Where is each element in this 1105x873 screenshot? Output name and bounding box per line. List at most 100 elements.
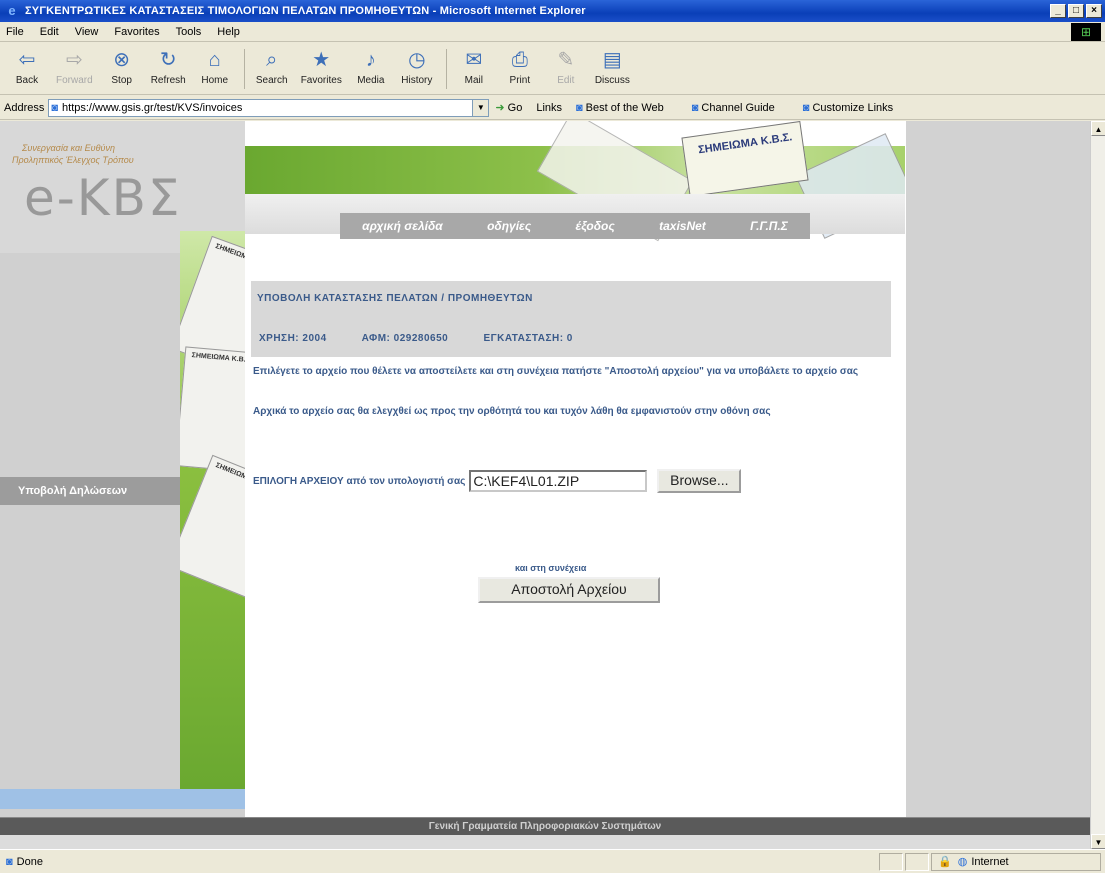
page-done-icon: ◙ — [6, 855, 13, 868]
menu-help[interactable]: Help — [217, 26, 240, 38]
stop-button[interactable]: ⊗ Stop — [105, 47, 139, 86]
links-label: Links — [536, 101, 563, 114]
logo-tagline-2: Προληπτικός Έλεγχος Τρόπου — [12, 155, 134, 165]
form-heading: ΥΠΟΒΟΛΗ ΚΑΤΑΣΤΑΣΗΣ ΠΕΛΑΤΩΝ / ΠΡΟΜΗΘΕΥΤΩΝ — [257, 293, 533, 304]
toolbar-separator — [445, 49, 447, 89]
address-url: https://www.gsis.gr/test/KVS/invoices — [62, 101, 243, 114]
refresh-icon: ↻ — [159, 49, 177, 71]
favorites-button[interactable]: ★ Favorites — [301, 47, 342, 86]
go-arrow-icon: ➜ — [495, 102, 505, 114]
edit-label: Edit — [557, 75, 575, 86]
link-best-of-web[interactable]: ◙ Best of the Web — [576, 102, 678, 114]
title-bar: e ΣΥΓΚΕΝΤΡΩΤΙΚΕΣ ΚΑΤΑΣΤΑΣΕΙΣ ΤΙΜΟΛΟΓΙΩΝ … — [0, 0, 1105, 22]
link-page-icon: ◙ — [802, 101, 810, 114]
nav-home-link[interactable]: αρχική σελίδα — [362, 219, 443, 233]
tax-id: ΑΦΜ: 029280650 — [361, 333, 449, 344]
link-customize-links[interactable]: ◙ Customize Links — [803, 102, 907, 114]
media-icon: ♪ — [365, 49, 376, 71]
document-paper-title: ΣΗΜΕΙΩΜΑ Κ.Β.Σ. — [214, 242, 245, 270]
address-input[interactable]: ◙ https://www.gsis.gr/test/KVS/invoices — [48, 98, 474, 117]
refresh-label: Refresh — [150, 75, 186, 86]
nav-ggps-link[interactable]: Γ.Γ.Π.Σ — [750, 219, 788, 233]
mail-icon: ✉ — [465, 49, 483, 71]
refresh-button[interactable]: ↻ Refresh — [151, 47, 186, 86]
favorites-label: Favorites — [300, 75, 342, 86]
browse-button[interactable]: Browse... — [657, 469, 742, 493]
home-button[interactable]: ⌂ Home — [198, 47, 232, 86]
fiscal-year: ΧΡΗΣΗ: 2004 — [259, 333, 327, 344]
menu-file[interactable]: File — [6, 26, 24, 38]
toolbar-separator — [243, 49, 245, 89]
page-footer-bottom — [0, 835, 1090, 849]
discuss-button[interactable]: ▤ Discuss — [595, 47, 630, 86]
status-cell — [879, 852, 903, 871]
sidebar-documents-image: ΣΗΜΕΙΩΜΑ Κ.Β.Σ. ΣΗΜΕΙΩΜΑ Κ.Β.Σ. ΣΗΜΕΙΩΜΑ… — [180, 231, 245, 791]
banner-stamp-title: ΣΗΜΕΙΩΜΑ Κ.Β.Σ. — [697, 131, 794, 157]
print-label: Print — [509, 75, 531, 86]
header-banner: ΣΗΜΕΙΩΜΑ Κ.Β.Σ. αρχική σελίδα οδηγίες έξ… — [245, 121, 905, 253]
print-button[interactable]: ⎙ Print — [503, 47, 537, 86]
history-label: History — [401, 75, 433, 86]
mail-label: Mail — [464, 75, 483, 86]
security-zone: 🔒 ◍ Internet — [931, 852, 1101, 871]
status-text: ◙ Done — [0, 856, 879, 868]
forward-button[interactable]: ⇨ Forward — [56, 47, 93, 86]
ie-logo-icon: e — [8, 3, 16, 18]
forward-label: Forward — [56, 75, 93, 86]
links-bar: Links ◙ Best of the Web ◙ Channel Guide ◙ C… — [536, 102, 921, 114]
link-page-icon: ◙ — [576, 101, 583, 114]
home-label: Home — [201, 75, 229, 86]
maximize-button[interactable]: □ — [1068, 4, 1084, 18]
zone-label: Internet — [971, 855, 1009, 868]
search-icon: ⌕ — [266, 49, 278, 71]
vertical-scrollbar[interactable]: ▲ ▼ — [1090, 121, 1105, 849]
form-details: ΧΡΗΣΗ: 2004 ΑΦΜ: 029280650 ΕΓΚΑΤΑΣΤΑΣΗ: … — [259, 333, 605, 344]
window-title: ΣΥΓΚΕΝΤΡΩΤΙΚΕΣ ΚΑΤΑΣΤΑΣΕΙΣ ΤΙΜΟΛΟΓΙΩΝ ΠΕ… — [25, 5, 586, 17]
file-path-input[interactable]: C:\KEF4\L01.ZIP — [469, 470, 648, 492]
form-header: ΥΠΟΒΟΛΗ ΚΑΤΑΣΤΑΣΗΣ ΠΕΛΑΤΩΝ / ΠΡΟΜΗΘΕΥΤΩΝ… — [251, 281, 891, 357]
minimize-button[interactable]: _ — [1050, 4, 1066, 18]
menu-favorites[interactable]: Favorites — [114, 26, 159, 38]
file-select-label: ΕΠΙΛΟΓΗ ΑΡΧΕΙΟΥ από τον υπολογιστή σας — [253, 475, 466, 487]
back-button[interactable]: ⇦ Back — [10, 47, 44, 86]
close-button[interactable]: × — [1086, 4, 1102, 18]
home-icon: ⌂ — [208, 49, 221, 71]
go-button[interactable]: ➜ Go — [495, 101, 522, 114]
submit-note: και στη συνέχεια — [515, 563, 587, 573]
address-dropdown-icon[interactable]: ▼ — [473, 98, 490, 117]
logo-text: e-ΚΒΣ — [24, 169, 182, 227]
status-bar: ◙ Done 🔒 ◍ Internet — [0, 849, 1105, 873]
lock-icon: 🔒 — [938, 856, 952, 868]
mail-button[interactable]: ✉ Mail — [457, 47, 491, 86]
menu-bar: File Edit View Favorites Tools Help ⊞ — [0, 22, 1105, 42]
nav-exit-link[interactable]: έξοδος — [576, 219, 615, 233]
menu-tools[interactable]: Tools — [176, 26, 202, 38]
page-footer: Γενική Γραμματεία Πληροφοριακών Συστημάτ… — [0, 817, 1090, 835]
media-button[interactable]: ♪ Media — [354, 47, 388, 86]
document-paper-title: ΣΗΜΕΙΩΜΑ Κ.Β.Σ. — [214, 462, 245, 491]
go-label: Go — [507, 102, 523, 114]
search-button[interactable]: ⌕ Search — [255, 47, 289, 86]
status-label: Done — [16, 855, 43, 868]
menu-edit[interactable]: Edit — [40, 26, 59, 38]
address-bar: Address ◙ https://www.gsis.gr/test/KVS/i… — [0, 96, 1105, 120]
menu-view[interactable]: View — [75, 26, 99, 38]
nav-instructions-link[interactable]: οδηγίες — [487, 219, 531, 233]
scroll-down-arrow-icon[interactable]: ▼ — [1091, 834, 1105, 849]
link-best-of-web-label: Best of the Web — [585, 101, 664, 114]
stop-icon: ⊗ — [113, 49, 131, 71]
discuss-icon: ▤ — [602, 49, 622, 71]
scroll-up-arrow-icon[interactable]: ▲ — [1091, 121, 1105, 136]
nav-taxisnet-link[interactable]: taxisNet — [659, 219, 706, 233]
edit-button[interactable]: ✎ Edit — [549, 47, 583, 86]
link-page-icon: ◙ — [691, 101, 699, 114]
logo-tagline-1: Συνεργασία και Ευθύνη — [22, 143, 115, 153]
history-button[interactable]: ◷ History — [400, 47, 434, 86]
forward-arrow-icon: ⇨ — [65, 49, 83, 71]
document-paper: ΣΗΜΕΙΩΜΑ Κ.Β.Σ. — [180, 454, 245, 608]
document-paper-title: ΣΗΜΕΙΩΜΑ Κ.Β.Σ. — [191, 352, 245, 365]
link-channel-guide[interactable]: ◙ Channel Guide — [692, 102, 789, 114]
discuss-label: Discuss — [594, 75, 630, 86]
sidebar-item-submit-declarations[interactable]: Υποβολή Δηλώσεων — [0, 477, 180, 505]
send-file-button[interactable]: Αποστολή Αρχείου — [478, 577, 660, 603]
